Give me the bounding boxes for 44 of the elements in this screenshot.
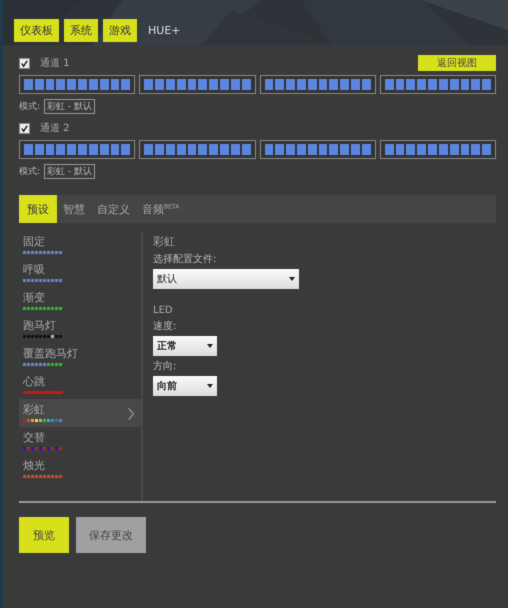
field-label: 速度: bbox=[153, 320, 178, 333]
checkbox[interactable] bbox=[19, 122, 30, 134]
nav-tab[interactable]: 游戏 bbox=[103, 19, 137, 42]
direction-dropdown[interactable]: 向前 bbox=[153, 376, 217, 396]
swatch-drawing bbox=[23, 335, 63, 338]
mode-value: 彩虹 - 默认 bbox=[44, 99, 96, 114]
mode-value: 彩虹 - 默认 bbox=[44, 164, 96, 179]
swatch-drawing bbox=[23, 363, 63, 366]
channel-label: 通道 2 bbox=[40, 122, 70, 135]
chevron-icon bbox=[127, 407, 135, 421]
tab[interactable]: 音频$^{BETA}$ bbox=[136, 195, 186, 223]
preset-item[interactable]: 跑马灯 bbox=[19, 315, 141, 343]
back-button[interactable]: 返回视图 bbox=[418, 55, 496, 71]
preset-item[interactable]: 呼吸 bbox=[19, 259, 141, 287]
speed-dropdown[interactable]: 正常 bbox=[153, 336, 217, 356]
nav-tab[interactable]: 仪表板 bbox=[14, 19, 59, 42]
nav-tab[interactable]: 系统 bbox=[64, 19, 98, 42]
field-label: 选择配置文件: bbox=[153, 252, 218, 266]
tab[interactable]: 智慧 bbox=[57, 195, 91, 223]
tab[interactable]: 自定义 bbox=[91, 195, 136, 223]
tab[interactable]: 预设 bbox=[19, 195, 57, 223]
mode-label: 模式: bbox=[19, 166, 40, 178]
nav-tab[interactable]: HUE+ bbox=[142, 19, 186, 42]
caret-icon bbox=[207, 384, 213, 388]
checkbox[interactable] bbox=[19, 58, 30, 68]
preset-item[interactable]: 彩虹 bbox=[19, 399, 141, 427]
caret-icon bbox=[289, 277, 295, 281]
swatch-drawing bbox=[23, 447, 63, 450]
preview-button[interactable]: 预览 bbox=[19, 517, 69, 553]
field-label: 方向: bbox=[153, 360, 178, 373]
section-title: LED bbox=[153, 305, 174, 316]
preset-item[interactable]: 交替 bbox=[19, 427, 141, 455]
preset-item[interactable]: 烛光 bbox=[19, 455, 141, 483]
preset-item[interactable]: 心跳 bbox=[19, 371, 141, 399]
preset-item[interactable]: 固定 bbox=[19, 231, 141, 259]
detail-title: 彩虹 bbox=[153, 234, 176, 249]
caret-icon bbox=[207, 344, 213, 348]
preset-item[interactable]: 渐变 bbox=[19, 287, 141, 315]
channel-label: 通道 1 bbox=[40, 56, 70, 70]
save-button[interactable]: 保存更改 bbox=[76, 517, 146, 553]
mode-label: 模式: bbox=[19, 100, 40, 113]
preset-item[interactable]: 覆盖跑马灯 bbox=[19, 343, 141, 371]
profile-dropdown[interactable]: 默认 bbox=[153, 269, 299, 289]
swatch-drawing bbox=[23, 419, 63, 422]
